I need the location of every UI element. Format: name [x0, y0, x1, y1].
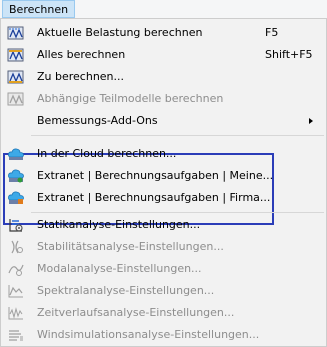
stability-analysis-settings-icon: [11, 240, 23, 254]
shortcut-label: F5: [265, 26, 279, 39]
menu-item-label: Windsimulationsanalyse-Einstellungen...: [37, 328, 260, 341]
time-history-settings-icon: [8, 307, 23, 320]
menu-item-cloud-calculate[interactable]: In der Cloud berechnen...: [1, 143, 326, 165]
menu-item-design-addons[interactable]: Bemessungs-Add-Ons: [1, 110, 326, 132]
menu-item-wind-simulation-settings[interactable]: Windsimulationsanalyse-Einstellungen...: [1, 324, 326, 346]
modal-analysis-settings-icon: [8, 264, 24, 276]
menu-item-label: Alles berechnen: [37, 48, 126, 61]
dependent-submodels-icon: [7, 92, 24, 106]
menu-item-spectral-analysis-settings[interactable]: Spektralanalyse-Einstellungen...: [1, 280, 326, 302]
menu-item-modal-analysis-settings[interactable]: Modalanalyse-Einstellungen...: [1, 258, 326, 280]
menu-item-calculate-all[interactable]: Alles berechnen Shift+F5: [1, 44, 326, 66]
menu-item-dependent-submodels[interactable]: Abhängige Teilmodelle berechnen: [1, 88, 326, 110]
menu-item-label: Spektralanalyse-Einstellungen...: [37, 284, 215, 297]
shortcut-label: Shift+F5: [265, 48, 313, 61]
submenu-arrow-icon: [309, 118, 313, 124]
menu-item-label: Stabilitätsanalyse-Einstellungen...: [37, 240, 224, 253]
menu-item-calculate-current-load[interactable]: Aktuelle Belastung berechnen F5: [1, 22, 326, 44]
calculate-all-icon: [7, 48, 24, 62]
menu-berechnen[interactable]: Berechnen: [2, 0, 76, 18]
menu-item-label: Extranet | Berechnungsaufgaben | Firma..…: [37, 191, 271, 204]
menu-item-label: Zu berechnen...: [37, 70, 125, 83]
menu-item-label: Abhängige Teilmodelle berechnen: [37, 92, 224, 105]
menu-item-static-analysis-settings[interactable]: Statikanalyse-Einstellungen...: [1, 214, 326, 236]
menu-item-extranet-company-tasks[interactable]: Extranet | Berechnungsaufgaben | Firma..…: [1, 187, 326, 209]
wind-simulation-settings-icon: [9, 330, 23, 341]
spectral-analysis-settings-icon: [8, 285, 23, 298]
menu-item-label: Statikanalyse-Einstellungen...: [37, 218, 201, 231]
menu-item-label: In der Cloud berechnen...: [37, 147, 177, 160]
menu-separator: [31, 135, 324, 136]
calculate-load-icon: [7, 26, 24, 40]
menu-item-label: Bemessungs-Add-Ons: [37, 114, 158, 127]
menu-item-time-history-settings[interactable]: Zeitverlaufsanalyse-Einstellungen...: [1, 302, 326, 324]
menu-item-label: Extranet | Berechnungsaufgaben | Meine..…: [37, 169, 274, 182]
menu-bar: Berechnen: [0, 0, 327, 19]
static-analysis-settings-icon: [9, 219, 23, 232]
menu-item-extranet-my-tasks[interactable]: Extranet | Berechnungsaufgaben | Meine..…: [1, 165, 326, 187]
to-calculate-icon: [7, 70, 24, 84]
menu-item-label: Modalanalyse-Einstellungen...: [37, 262, 202, 275]
menu-item-label: Aktuelle Belastung berechnen: [37, 26, 203, 39]
extranet-company-tasks-icon: [8, 191, 24, 204]
cloud-calculate-icon: [8, 148, 24, 160]
menu-separator: [31, 212, 324, 213]
menu-item-label: Zeitverlaufsanalyse-Einstellungen...: [37, 306, 235, 319]
extranet-my-tasks-icon: [8, 169, 24, 183]
berechnen-dropdown-menu: Aktuelle Belastung berechnen F5 Alles be…: [0, 18, 327, 347]
menu-item-stability-analysis-settings[interactable]: Stabilitätsanalyse-Einstellungen...: [1, 236, 326, 258]
menu-item-to-calculate[interactable]: Zu berechnen...: [1, 66, 326, 88]
